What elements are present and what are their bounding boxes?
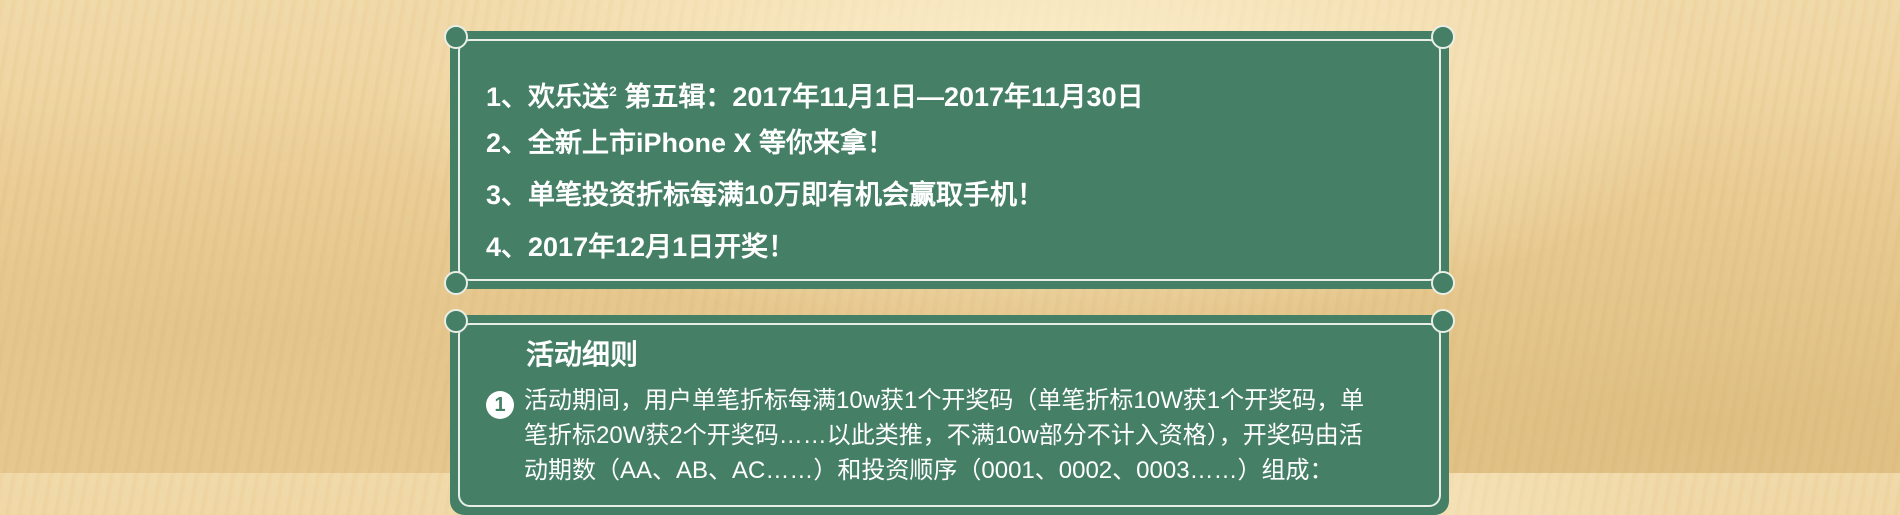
promo-info-list: 1、欢乐送2 第五辑：2017年11月1日—2017年11月30日 2、全新上市… — [486, 65, 1144, 273]
promo-info-item: 3、单笔投资折标每满10万即有机会赢取手机！ — [486, 169, 1144, 221]
rule-number-badge: 1 — [486, 391, 514, 419]
corner-ornament — [1431, 271, 1455, 295]
promo-info-text: 2、全新上市iPhone X 等你来拿！ — [486, 128, 895, 158]
details-title: 活动细则 — [526, 339, 639, 370]
corner-ornament — [444, 309, 468, 333]
promo-info-text: 3、单笔投资折标每满10万即有机会赢取手机！ — [486, 180, 1045, 210]
promo-info-panel: 1、欢乐送2 第五辑：2017年11月1日—2017年11月30日 2、全新上市… — [444, 25, 1455, 295]
promo-info-item: 1、欢乐送2 第五辑：2017年11月1日—2017年11月30日 — [486, 65, 1144, 117]
corner-ornament — [1431, 25, 1455, 49]
promo-info-text: 4、2017年12月1日开奖！ — [486, 232, 796, 262]
promo-info-item: 4、2017年12月1日开奖！ — [486, 221, 1144, 273]
promo-info-text: 第五辑：2017年11月1日—2017年11月30日 — [616, 82, 1144, 112]
promo-info-text: 1、欢乐送 — [486, 82, 610, 112]
rule-text: 活动期间，用户单笔折标每满10w获1个开奖码（单笔折标10W获1个开奖码，单笔折… — [524, 387, 1365, 484]
rule-item: 1 活动期间，用户单笔折标每满10w获1个开奖码（单笔折标10W获1个开奖码，单… — [486, 383, 1386, 488]
promo-info-item: 2、全新上市iPhone X 等你来拿！ — [486, 117, 1144, 169]
superscript: 2 — [609, 83, 617, 99]
corner-ornament — [444, 25, 468, 49]
corner-ornament — [444, 271, 468, 295]
corner-ornament — [1431, 309, 1455, 333]
activity-details-panel: 活动细则 1 活动期间，用户单笔折标每满10w获1个开奖码（单笔折标10W获1个… — [444, 309, 1455, 515]
